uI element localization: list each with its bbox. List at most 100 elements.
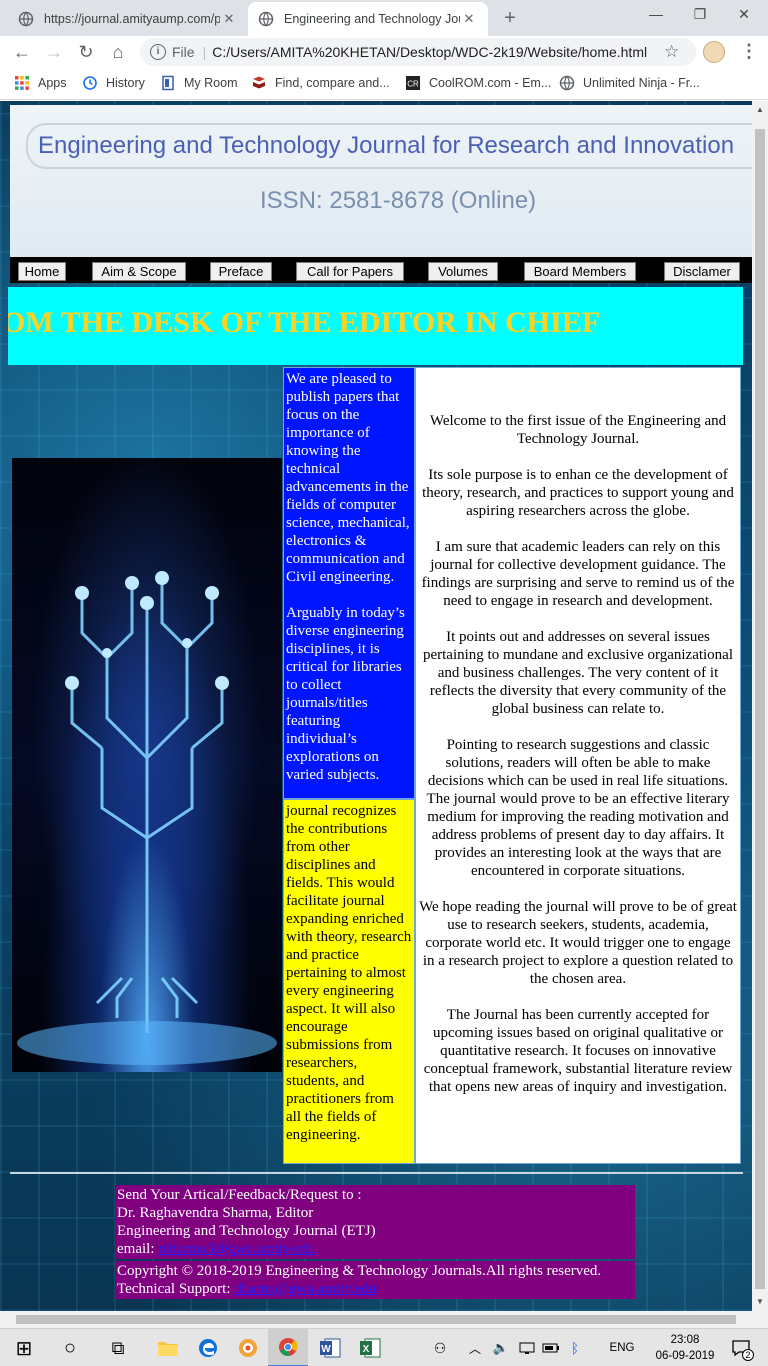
bookmark-label: CoolROM.com - Em... <box>429 76 552 90</box>
new-tab-button[interactable]: + <box>500 7 520 30</box>
welcome-paragraph-1: Welcome to the first issue of the Engine… <box>429 413 727 447</box>
restore-button[interactable]: ❐ <box>690 6 710 23</box>
copyright-box: Copyright © 2018-2019 Engineering & Tech… <box>115 1261 635 1299</box>
intro-paragraph-2: Arguably in today’s diverse engineering … <box>286 605 405 783</box>
word-icon[interactable]: W <box>310 1329 350 1366</box>
chrome-taskbar-icon[interactable] <box>268 1329 308 1366</box>
horizontal-scroll-thumb[interactable] <box>16 1315 736 1324</box>
tab-strip: https://journal.amityaump.com/p ✕ Engine… <box>0 0 768 36</box>
vertical-scroll-thumb[interactable] <box>755 129 765 1289</box>
page-viewport[interactable]: Engineering and Technology Journal for R… <box>0 101 752 1311</box>
browser-toolbar: ← → ↻ ⌂ i File | C:/Users/AMITA%20KHETAN… <box>0 36 768 68</box>
nav-home-button[interactable]: Home <box>18 262 66 281</box>
network-icon[interactable] <box>516 1329 538 1366</box>
bookmark-label: Apps <box>38 76 67 90</box>
tab-title: Engineering and Technology Jour <box>284 12 460 26</box>
home-button[interactable]: ⌂ <box>106 40 130 64</box>
footer-divider <box>10 1172 743 1174</box>
welcome-paragraph-3: I am sure that academic leaders can rely… <box>421 539 735 609</box>
clock-time: 23:08 <box>670 1334 700 1346</box>
task-view-button[interactable]: ⧉ <box>98 1329 138 1366</box>
browser-menu-icon[interactable]: ⋮ <box>740 40 758 62</box>
welcome-paragraph-5: Pointing to research suggestions and cla… <box>427 737 729 789</box>
support-label: Technical Support: <box>117 1281 231 1297</box>
globe-icon <box>258 11 274 27</box>
contact-line-3: Engineering and Technology Journal (ETJ) <box>117 1223 376 1239</box>
url-text[interactable]: C:/Users/AMITA%20KHETAN/Desktop/WDC-2k19… <box>212 44 696 60</box>
excel-icon[interactable]: X <box>350 1329 390 1366</box>
clock[interactable]: 23:08 06-09-2019 <box>650 1332 720 1364</box>
bookmark-label: History <box>106 76 145 90</box>
people-icon[interactable]: ⚇ <box>428 1329 452 1366</box>
tab-journal-amityaump[interactable]: https://journal.amityaump.com/p ✕ <box>8 2 248 36</box>
search-button[interactable]: ○ <box>50 1329 90 1366</box>
nav-preface-button[interactable]: Preface <box>210 262 272 281</box>
start-button[interactable]: ⊞ <box>4 1329 44 1366</box>
bookmark-my-room[interactable]: My Room <box>160 75 237 91</box>
battery-icon[interactable] <box>540 1329 562 1366</box>
windows-taskbar: ⊞ ○ ⧉ W X ⚇ ︿ 🔈 ᛒ ENG 23:08 06-09-2019 2 <box>0 1328 768 1366</box>
editor-heading-marquee: FROM THE DESK OF THE EDITOR IN CHIEF <box>8 287 743 365</box>
bookmarks-bar: Apps History My Room Find, compare and..… <box>0 68 768 100</box>
volume-icon[interactable]: 🔈 <box>490 1329 512 1366</box>
bookmark-star-icon[interactable]: ☆ <box>664 42 679 62</box>
action-center-icon[interactable]: 2 <box>726 1329 756 1366</box>
info-icon[interactable]: i <box>150 44 166 60</box>
scroll-down-icon[interactable]: ▼ <box>756 1297 764 1306</box>
globe-icon <box>559 75 575 91</box>
welcome-paragraph-6: The journal would prove to be an effecti… <box>426 791 730 879</box>
tab-engineering-journal[interactable]: Engineering and Technology Jour ✕ <box>248 2 488 36</box>
welcome-paragraph-8: The Journal has been currently accepted … <box>423 1007 733 1095</box>
circuit-tree-image <box>12 458 282 1072</box>
intro-paragraph-1: We are pleased to publish papers that fo… <box>286 371 410 585</box>
intro-paragraph-3: journal recognizes the contributions fro… <box>286 803 412 1143</box>
history-icon <box>83 76 97 90</box>
bookmark-history[interactable]: History <box>82 75 145 91</box>
notification-count-badge: 2 <box>742 1349 754 1361</box>
support-row: Technical Support: dbarna@gwa.amity.edu <box>117 1280 633 1298</box>
apps-grid-icon <box>15 76 29 90</box>
scroll-up-icon[interactable]: ▲ <box>756 105 764 114</box>
bookmark-unlimited-ninja[interactable]: Unlimited Ninja - Fr... <box>559 75 700 91</box>
book-icon <box>253 76 265 89</box>
editor-heading: FROM THE DESK OF THE EDITOR IN CHIEF <box>8 306 601 339</box>
address-separator: | <box>202 44 207 60</box>
nav-disclamer-button[interactable]: Disclamer <box>664 262 740 281</box>
close-tab-icon[interactable]: ✕ <box>460 11 478 27</box>
show-hidden-icons-chevron-icon[interactable]: ︿ <box>466 1329 484 1366</box>
nav-board-members-button[interactable]: Board Members <box>524 262 636 281</box>
intro-blue-column: We are pleased to publish papers that fo… <box>283 367 415 799</box>
address-bar[interactable]: i File | C:/Users/AMITA%20KHETAN/Desktop… <box>140 38 696 66</box>
bluetooth-icon[interactable]: ᛒ <box>564 1329 586 1366</box>
brave-browser-icon[interactable] <box>228 1329 268 1366</box>
bookmark-apps[interactable]: Apps <box>14 75 67 91</box>
language-indicator[interactable]: ENG <box>602 1329 642 1366</box>
support-email-link[interactable]: dbarna@gwa.amity.edu <box>234 1281 376 1297</box>
scheme-label: File <box>172 44 195 60</box>
copyright-text: Copyright © 2018-2019 Engineering & Tech… <box>117 1263 602 1279</box>
editor-email-link[interactable]: rsharma3@gwa.amity.edu <box>158 1241 315 1257</box>
edge-browser-icon[interactable] <box>188 1329 228 1366</box>
close-window-button[interactable]: ✕ <box>734 6 754 23</box>
minimize-button[interactable]: — <box>646 6 666 22</box>
nav-call-for-papers-button[interactable]: Call for Papers <box>296 262 404 281</box>
nav-volumes-button[interactable]: Volumes <box>428 262 498 281</box>
file-explorer-icon[interactable] <box>148 1329 188 1366</box>
forward-button[interactable]: → <box>42 40 66 64</box>
journal-header-banner: Engineering and Technology Journal for R… <box>10 105 752 257</box>
svg-text:X: X <box>363 1344 370 1355</box>
reload-button[interactable]: ↻ <box>74 40 98 64</box>
horizontal-scrollbar[interactable] <box>0 1311 768 1328</box>
back-button[interactable]: ← <box>10 40 34 64</box>
bookmark-coolrom[interactable]: CR CoolROM.com - Em... <box>405 75 551 91</box>
issn-label: ISSN: 2581-8678 (Online) <box>260 187 537 214</box>
contact-line-1: Send Your Artical/Feedback/Request to : <box>117 1187 362 1203</box>
clock-date: 06-09-2019 <box>655 1350 715 1362</box>
nav-aim-scope-button[interactable]: Aim & Scope <box>92 262 186 281</box>
coolrom-icon: CR <box>406 76 420 90</box>
bookmark-find-compare[interactable]: Find, compare and... <box>251 75 390 91</box>
vertical-scrollbar[interactable]: ▲ ▼ <box>752 101 768 1311</box>
close-tab-icon[interactable]: ✕ <box>220 11 238 27</box>
svg-text:W: W <box>321 1344 331 1355</box>
profile-avatar[interactable] <box>703 41 725 63</box>
